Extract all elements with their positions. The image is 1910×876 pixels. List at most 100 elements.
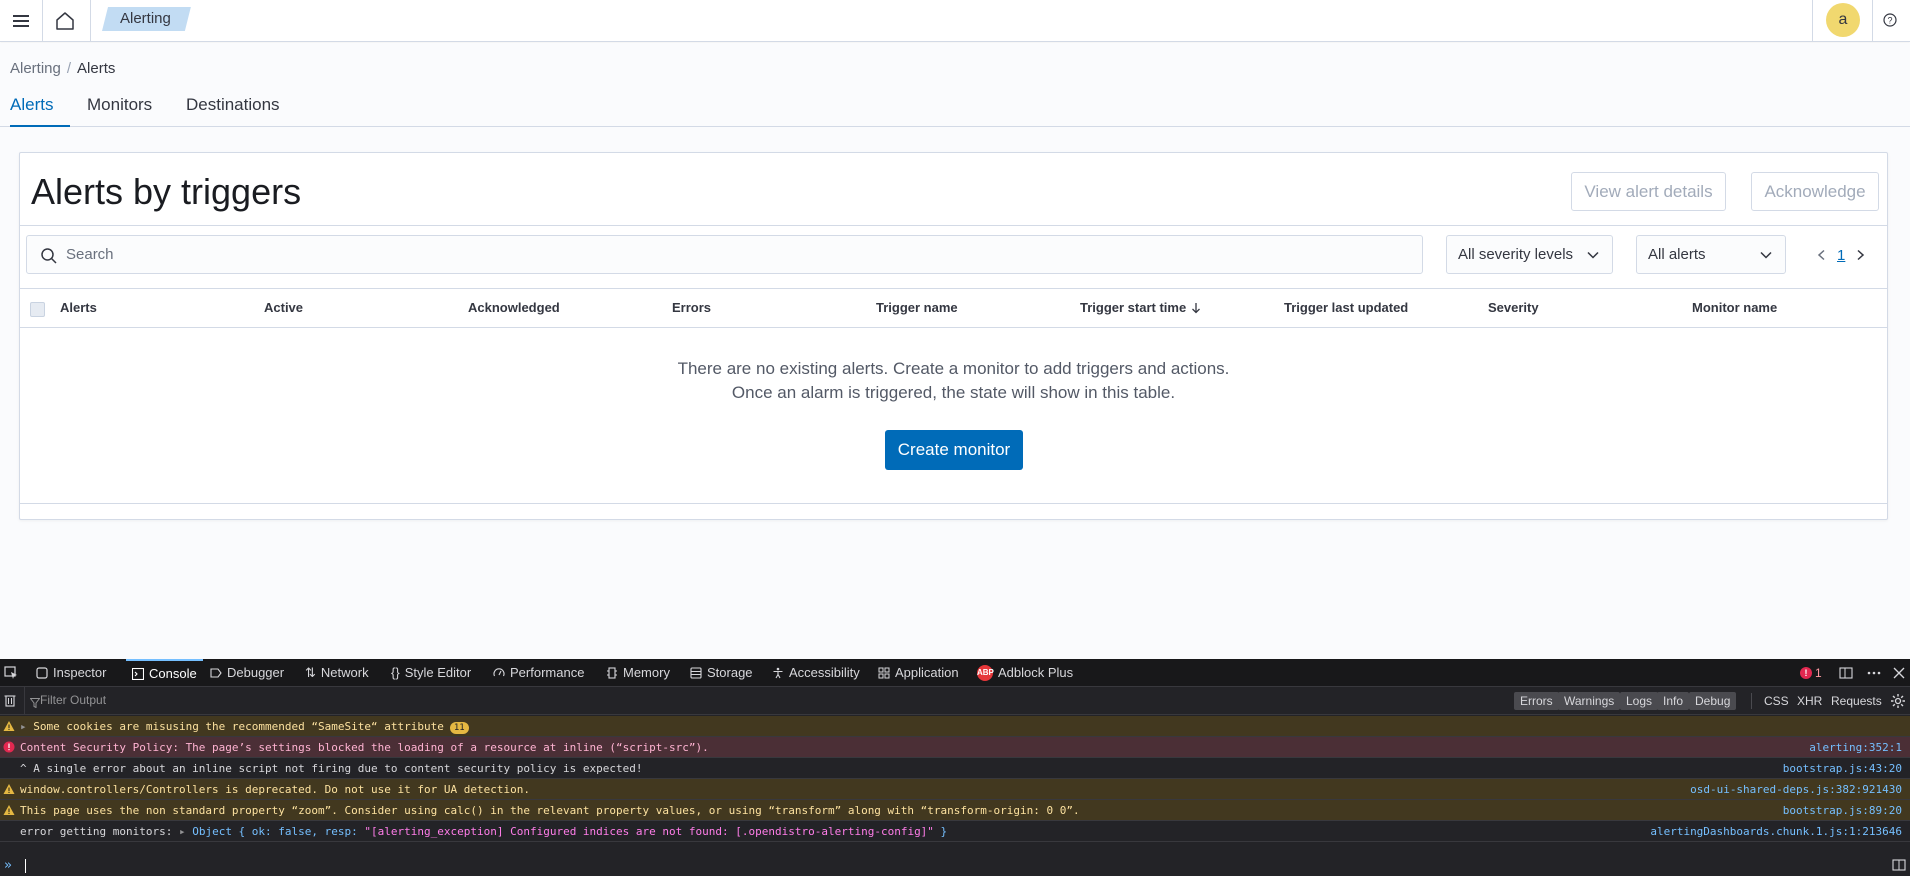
devtools-tab-storage[interactable]: Storage [690,659,753,687]
filter-info-button[interactable]: Info [1657,692,1690,710]
create-monitor-button[interactable]: Create monitor [885,430,1023,470]
console-message-source[interactable]: osd-ui-shared-deps.js:382:921430 [1690,779,1902,800]
devtools-tab-console[interactable]: Console [126,659,203,687]
page-body: Alerting / Alerts Alerts Monitors Destinat… [0,43,1910,659]
breadcrumb-parent[interactable]: Alerting [10,60,61,77]
search-input[interactable] [66,236,1406,273]
header-divider [42,0,43,42]
header-divider [1872,0,1873,42]
devtools-tab-application[interactable]: Application [878,659,959,687]
select-all-checkbox[interactable] [30,302,45,317]
more-options-icon[interactable] [1866,665,1882,681]
help-icon[interactable]: ? [1880,10,1900,30]
trash-icon[interactable] [4,693,16,712]
prompt-chevron-icon: » [4,858,12,873]
tab-monitors[interactable]: Monitors [87,93,152,127]
element-picker-icon[interactable] [4,659,18,687]
warning-icon [3,721,15,731]
menu-icon[interactable] [8,8,34,34]
devtools-tab-label: Storage [707,665,753,680]
error-count: 1 [1815,666,1822,680]
devtools-tab-adblock-plus[interactable]: ABP Adblock Plus [977,659,1073,687]
previous-page-icon[interactable] [1811,244,1833,266]
console-message-source[interactable]: bootstrap.js:89:20 [1783,800,1902,821]
app-breadcrumb[interactable]: Alerting [102,7,191,31]
svg-text:?: ? [1887,16,1892,26]
column-header[interactable]: Severity [1488,300,1539,315]
column-header[interactable]: Trigger last updated [1284,300,1408,315]
alerts-panel: Alerts by triggers View alert details Ac… [19,152,1888,520]
empty-state-line: There are no existing alerts. Create a m… [677,359,1230,378]
column-header[interactable]: Trigger name [876,300,958,315]
console-message-warning[interactable]: This page uses the non standard property… [0,800,1910,821]
dock-side-icon[interactable] [1838,665,1854,681]
memory-icon [607,667,617,679]
chevron-down-icon [1760,251,1772,259]
filter-logs-button[interactable]: Logs [1620,692,1659,710]
console-message-error[interactable]: Content Security Policy: The page’s sett… [0,737,1910,758]
console-icon [132,668,144,680]
devtools-tab-performance[interactable]: Performance [493,659,584,687]
devtools-tab-inspector[interactable]: Inspector [36,659,106,687]
console-object-string: "[alerting_exception] Configured indices… [364,825,934,838]
filter-css-button[interactable]: CSS [1758,692,1795,710]
filter-debug-button[interactable]: Debug [1689,692,1737,710]
header-divider [1812,0,1813,42]
home-icon[interactable] [50,6,80,36]
console-message-source[interactable]: bootstrap.js:43:20 [1783,758,1902,779]
devtools-panel: Inspector Console Debugger ⇅ Network {} … [0,659,1910,876]
close-icon[interactable] [1891,665,1907,681]
tab-alerts[interactable]: Alerts [10,93,70,127]
search-field [26,235,1423,274]
filter-requests-button[interactable]: Requests [1825,692,1888,710]
devtools-tab-label: Style Editor [404,665,472,680]
column-header[interactable]: Active [264,300,303,315]
console-message-log[interactable]: error getting monitors: ▸ Object { ok: f… [0,821,1910,842]
error-counter[interactable]: ! 1 [1800,666,1822,680]
column-header[interactable]: Monitor name [1692,300,1777,315]
console-message-log[interactable]: ^ A single error about an inline script … [0,758,1910,779]
expand-arrow-icon[interactable]: ▸ [179,825,192,838]
page-number[interactable]: 1 [1837,247,1845,264]
tab-destinations[interactable]: Destinations [186,93,280,127]
console-input[interactable]: » [0,855,1910,876]
console-message-warning[interactable]: window.controllers/Controllers is deprec… [0,779,1910,800]
console-message-text: error getting monitors: [20,825,179,838]
performance-icon [493,668,505,677]
devtools-tab-style-editor[interactable]: {} Style Editor [391,659,471,687]
arrow-down-icon [1192,302,1201,313]
console-message-source[interactable]: alertingDashboards.chunk.1.js:1:213646 [1650,821,1902,842]
console-object-label[interactable]: Object { ok: false, resp: [192,825,364,838]
view-alert-details-button[interactable]: View alert details [1571,172,1726,211]
severity-select[interactable]: All severity levels [1446,235,1613,274]
console-message-source[interactable]: alerting:352:1 [1809,737,1902,758]
avatar[interactable]: a [1826,3,1860,37]
table-header: Alerts Active Acknowledged Errors Trigge… [20,288,1887,328]
acknowledge-button[interactable]: Acknowledge [1751,172,1879,211]
filter-warnings-button[interactable]: Warnings [1558,692,1621,710]
expand-arrow-icon[interactable]: ▸ [20,720,33,733]
filter-icon [29,695,41,713]
devtools-tab-accessibility[interactable]: Accessibility [772,659,860,687]
devtools-tab-memory[interactable]: Memory [606,659,670,687]
divider [20,225,1887,226]
alert-state-select[interactable]: All alerts [1636,235,1786,274]
devtools-tab-debugger[interactable]: Debugger [210,659,284,687]
tab-bar: Alerts Monitors Destinations [0,93,1910,127]
settings-gear-icon[interactable] [1890,693,1906,714]
column-header[interactable]: Acknowledged [468,300,560,315]
filter-errors-button[interactable]: Errors [1514,692,1559,710]
editor-mode-icon[interactable] [1892,858,1906,876]
filter-output-input[interactable]: Filter Output [40,693,106,707]
filter-xhr-button[interactable]: XHR [1791,692,1828,710]
column-header[interactable]: Errors [672,300,711,315]
console-message-warning[interactable]: ▸ Some cookies are misusing the recommen… [0,716,1910,737]
error-icon: ! [1800,667,1812,679]
devtools-toolbar: Inspector Console Debugger ⇅ Network {} … [0,659,1910,687]
next-page-icon[interactable] [1849,244,1871,266]
column-header[interactable]: Alerts [60,300,97,315]
column-header-sorted[interactable]: Trigger start time [1080,300,1202,315]
search-icon [41,248,57,264]
breadcrumb: Alerting / Alerts [10,60,115,77]
devtools-tab-network[interactable]: ⇅ Network [305,659,369,687]
